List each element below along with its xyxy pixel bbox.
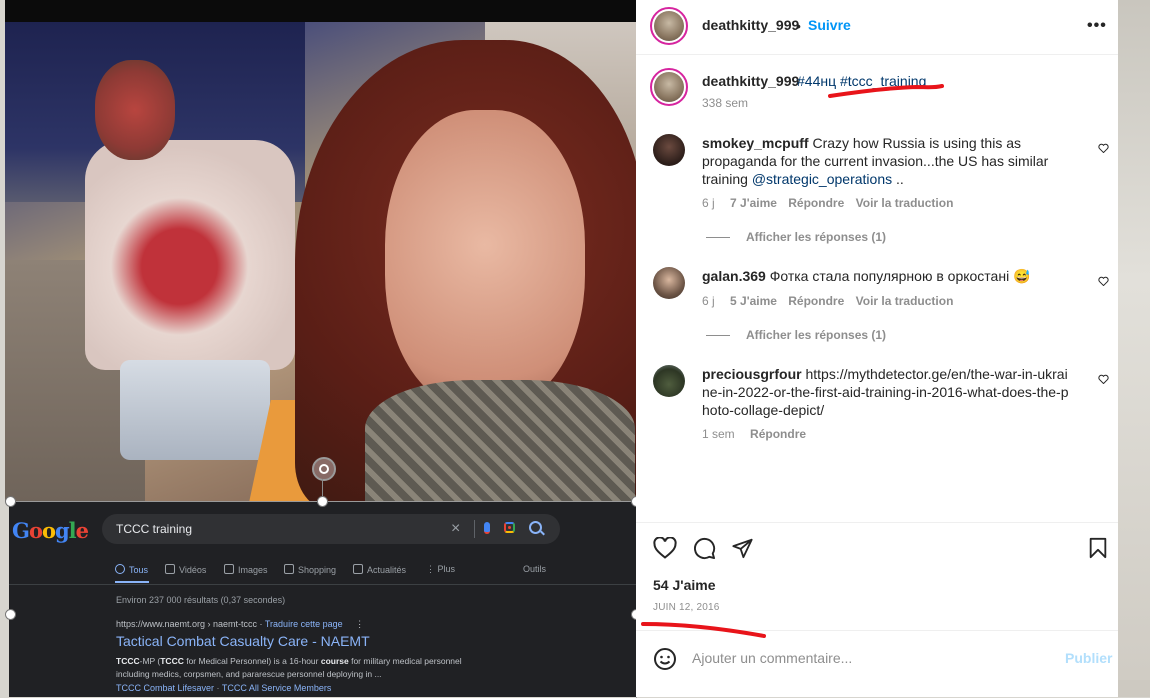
photo-person-left-body — [85, 140, 295, 370]
caption-age: 338 sem — [702, 96, 749, 110]
rotate-handle-icon[interactable] — [312, 457, 336, 481]
share-icon[interactable] — [731, 537, 754, 559]
comment-smokey: smokey_mcpuff Crazy how Russia is using … — [702, 134, 1077, 188]
comment-meta: 1 sem Répondre — [702, 427, 814, 441]
photo-person-right-scarf — [365, 380, 635, 502]
comment-galan: galan.369 Фотка стала популярною в оркос… — [702, 267, 1077, 285]
view-replies-button[interactable]: Afficher les réponses (1) — [706, 328, 886, 342]
instagram-post-panel: deathkitty_999 • Suivre ••• deathkitty_9… — [636, 0, 1118, 697]
red-underline-date — [641, 622, 766, 638]
like-heart-icon[interactable] — [653, 537, 677, 559]
resize-handle-left[interactable] — [5, 609, 16, 620]
like-comment-heart-icon[interactable] — [1098, 143, 1109, 153]
selection-border — [9, 501, 637, 698]
resize-handle-top-left[interactable] — [5, 496, 16, 507]
like-comment-heart-icon[interactable] — [1098, 276, 1109, 286]
more-options-icon[interactable]: ••• — [1087, 17, 1107, 35]
post-date: JUIN 12, 2016 — [653, 602, 720, 613]
view-replies-button[interactable]: Afficher les réponses (1) — [706, 230, 886, 244]
reply-button[interactable]: Répondre — [788, 294, 844, 308]
avatar[interactable] — [650, 7, 688, 45]
photo-person-left-shorts — [120, 360, 270, 460]
like-comment-heart-icon[interactable] — [1098, 374, 1109, 384]
comment-age: 1 sem — [702, 427, 735, 441]
photo-top-bar — [5, 0, 636, 22]
comment-icon[interactable] — [693, 537, 716, 560]
comment-likes[interactable]: 5 J'aime — [730, 294, 777, 308]
view-replies-label: Afficher les réponses (1) — [746, 328, 887, 342]
comment-likes[interactable]: 7 J'aime — [730, 196, 777, 210]
comment-tail: .. — [892, 171, 904, 187]
replies-line — [706, 335, 730, 337]
reply-button[interactable]: Répondre — [750, 427, 806, 441]
replies-line — [706, 237, 730, 239]
post-header: deathkitty_999 • Suivre ••• — [636, 0, 1118, 55]
background-desktop — [1118, 0, 1150, 697]
see-translation-button[interactable]: Voir la traduction — [856, 196, 954, 210]
add-comment-bar: Ajouter un commentaire... Publier — [636, 630, 1118, 698]
comment-mention[interactable]: @strategic_operations — [752, 171, 892, 187]
comment-username[interactable]: preciousgrfour — [702, 366, 802, 382]
reply-button[interactable]: Répondre — [788, 196, 844, 210]
actions-divider — [636, 522, 1118, 524]
follow-button[interactable]: Suivre — [808, 17, 851, 33]
comment-username[interactable]: galan.369 — [702, 268, 766, 284]
comment-username[interactable]: smokey_mcpuff — [702, 135, 809, 151]
resize-handle-top[interactable] — [317, 496, 328, 507]
commenter-avatar[interactable] — [653, 365, 685, 397]
add-comment-input[interactable]: Ajouter un commentaire... — [692, 650, 852, 666]
post-username[interactable]: deathkitty_999 — [702, 17, 799, 33]
publish-button[interactable]: Publier — [1065, 650, 1112, 666]
red-underline-hashtag — [828, 84, 944, 98]
comment-meta: 6 j 5 J'aime Répondre Voir la traduction — [702, 294, 961, 308]
view-replies-label: Afficher les réponses (1) — [746, 230, 887, 244]
comment-age: 6 j — [702, 196, 715, 210]
save-bookmark-icon[interactable] — [1088, 537, 1108, 559]
comment-preciousgrfour: preciousgrfour https://mythdetector.ge/e… — [702, 365, 1074, 419]
comment-text: Фотка стала популярною в оркостані 😅 — [769, 268, 1031, 284]
caption-username[interactable]: deathkitty_999 — [702, 73, 799, 89]
photo-person-right-face — [385, 110, 585, 410]
emoji-icon[interactable] — [653, 647, 677, 671]
photo-person-left-head — [95, 60, 175, 160]
commenter-avatar[interactable] — [653, 267, 685, 299]
commenter-avatar[interactable] — [653, 134, 685, 166]
post-photo — [5, 0, 636, 502]
comment-meta: 6 j 7 J'aime Répondre Voir la traduction — [702, 196, 961, 210]
likes-count[interactable]: 54 J'aime — [653, 577, 716, 593]
see-translation-button[interactable]: Voir la traduction — [856, 294, 954, 308]
caption-avatar[interactable] — [650, 68, 688, 106]
separator-dot: • — [796, 18, 801, 34]
comment-age: 6 j — [702, 294, 715, 308]
